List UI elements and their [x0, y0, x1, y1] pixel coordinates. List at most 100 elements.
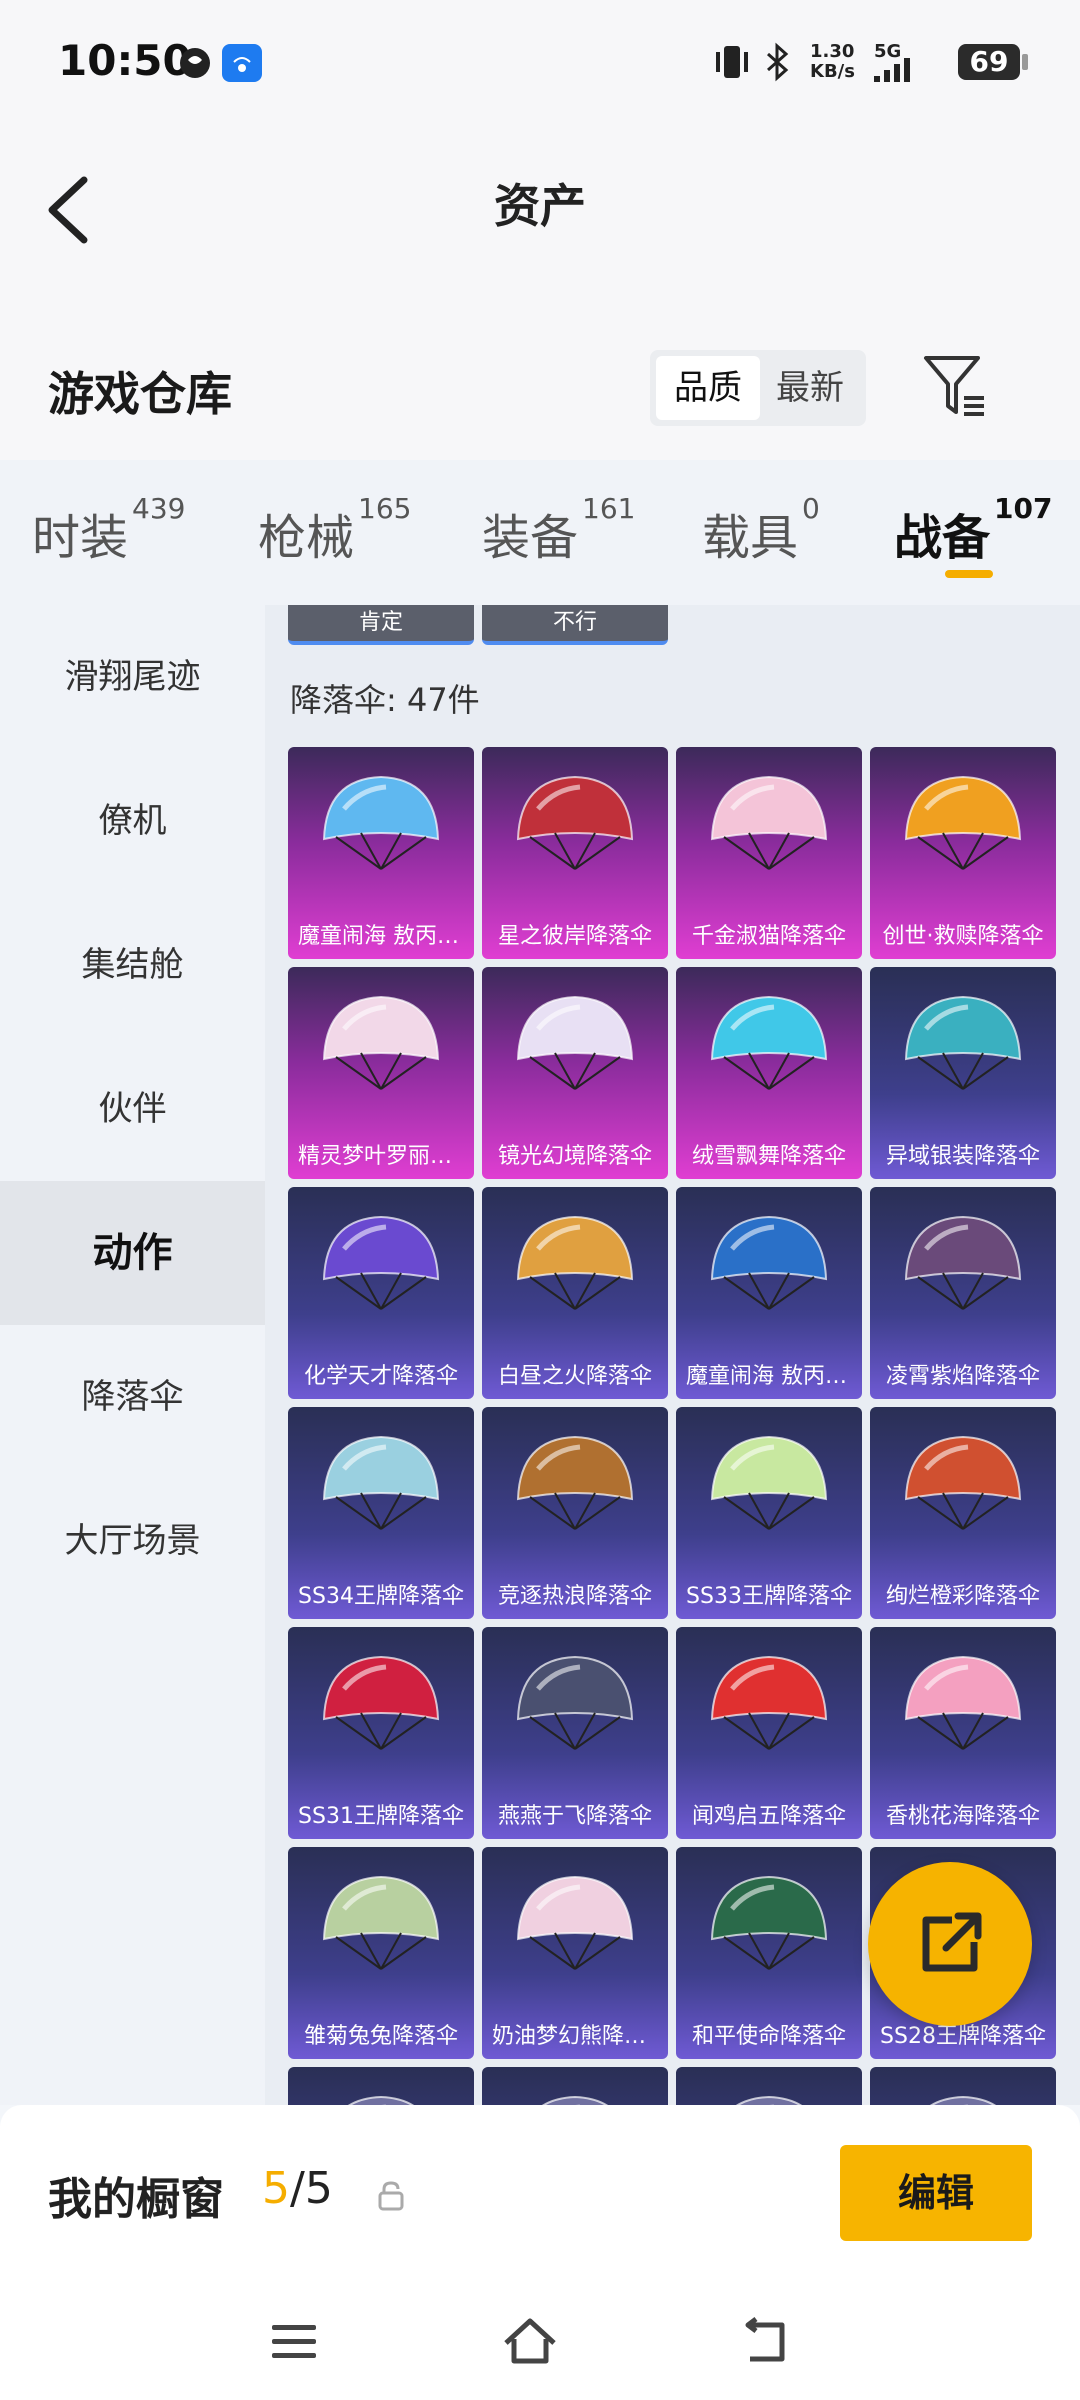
parachute-name: 魔童闹海 敖丙降落伞 [686, 1364, 862, 1389]
parachute-name: SS33王牌降落伞 [686, 1584, 852, 1609]
parachute-icon [710, 1875, 828, 1970]
tab-label: 时装 [32, 510, 129, 566]
parachute-icon [710, 1435, 828, 1530]
sidebar-item-rally-pod[interactable]: 集结舱 [0, 893, 265, 1037]
parachute-icon [710, 1655, 828, 1750]
showcase-current: 5 [262, 2163, 290, 2214]
showcase-count: 5/5 [262, 2163, 333, 2214]
parachute-card[interactable] [870, 2067, 1056, 2105]
title-bar: 资产 [0, 130, 1080, 330]
home-icon[interactable] [500, 2315, 560, 2369]
system-nav-bar [0, 2285, 1080, 2400]
broadcast-icon [222, 44, 262, 82]
emote-chip-yes[interactable]: 肯定 [288, 605, 474, 645]
back-icon[interactable] [736, 2315, 796, 2369]
tab-label: 枪械 [258, 510, 355, 566]
tab-label: 装备 [482, 510, 579, 566]
parachute-card[interactable]: 千金淑猫降落伞 [676, 747, 862, 959]
parachute-card[interactable]: 镜光幻境降落伞 [482, 967, 668, 1179]
parachute-card[interactable]: 创世·救赎降落伞 [870, 747, 1056, 959]
battery-indicator: 69 [958, 44, 1028, 80]
parachute-icon [904, 995, 1022, 1090]
parachute-card[interactable] [482, 2067, 668, 2105]
tab-equipment[interactable]: 装备161 [482, 492, 635, 568]
parachute-card[interactable]: 和平使命降落伞 [676, 1847, 862, 2059]
parachute-name: 凌霄紫焰降落伞 [885, 1364, 1040, 1389]
parachute-card[interactable]: 绒雪飘舞降落伞 [676, 967, 862, 1179]
share-fab-button[interactable] [868, 1862, 1032, 2026]
sidebar-item-wingman[interactable]: 僚机 [0, 749, 265, 893]
parachute-icon [710, 995, 828, 1090]
parachute-card[interactable]: 异域银装降落伞 [870, 967, 1056, 1179]
sort-quality-button[interactable]: 品质 [656, 356, 760, 420]
parachute-name: 精灵梦叶罗丽降落伞 [298, 1144, 474, 1169]
app-notification-icon [180, 48, 210, 78]
sidebar-item-parachute[interactable]: 降落伞 [0, 1325, 265, 1469]
tab-fashion[interactable]: 时装439 [32, 492, 185, 568]
tab-vehicles[interactable]: 载具0 [702, 492, 820, 568]
sidebar-item-lobby-scene[interactable]: 大厅场景 [0, 1469, 265, 1613]
parachute-icon [710, 1215, 828, 1310]
bluetooth-icon [767, 42, 789, 82]
tab-guns[interactable]: 枪械165 [258, 492, 411, 568]
sort-newest-button[interactable]: 最新 [758, 356, 862, 420]
status-time: 10:50 [58, 36, 192, 85]
parachute-card[interactable]: 星之彼岸降落伞 [482, 747, 668, 959]
parachute-name: 星之彼岸降落伞 [497, 924, 652, 949]
parachute-card[interactable]: 绚烂橙彩降落伞 [870, 1407, 1056, 1619]
showcase-total: /5 [290, 2163, 333, 2214]
parachute-card[interactable]: SS31王牌降落伞 [288, 1627, 474, 1839]
parachute-name: 白昼之火降落伞 [497, 1364, 652, 1389]
parachute-card[interactable]: SS34王牌降落伞 [288, 1407, 474, 1619]
parachute-icon [516, 1215, 634, 1310]
parachute-icon [322, 1655, 440, 1750]
parachute-icon [322, 1875, 440, 1970]
parachute-card[interactable]: 闻鸡启五降落伞 [676, 1627, 862, 1839]
parachute-name: 闻鸡启五降落伞 [691, 1804, 846, 1829]
emote-chip-no[interactable]: 不行 [482, 605, 668, 645]
parachute-card[interactable]: 香桃花海降落伞 [870, 1627, 1056, 1839]
sidebar-item-partner[interactable]: 伙伴 [0, 1037, 265, 1181]
tab-count: 439 [132, 492, 186, 525]
menu-icon[interactable] [264, 2315, 324, 2369]
warehouse-header: 游戏仓库 品质 最新 [0, 330, 1080, 460]
parachute-card[interactable]: 雏菊兔兔降落伞 [288, 1847, 474, 2059]
parachute-card[interactable]: 竞逐热浪降落伞 [482, 1407, 668, 1619]
parachute-name: 异域银装降落伞 [885, 1144, 1040, 1169]
parachute-icon [322, 775, 440, 870]
sort-toggle: 品质 最新 [650, 350, 866, 426]
parachute-icon [322, 1435, 440, 1530]
active-tab-indicator [945, 570, 993, 578]
parachute-card[interactable] [288, 2067, 474, 2105]
parachute-name: 燕燕于飞降落伞 [497, 1804, 652, 1829]
parachute-card[interactable]: 精灵梦叶罗丽降落伞 [288, 967, 474, 1179]
parachute-card[interactable]: 白昼之火降落伞 [482, 1187, 668, 1399]
parachute-name: 香桃花海降落伞 [885, 1804, 1040, 1829]
edit-button[interactable]: 编辑 [840, 2145, 1032, 2241]
share-icon [922, 1912, 982, 1972]
parachute-name: 雏菊兔兔降落伞 [303, 2024, 458, 2049]
sidebar-item-glide-trail[interactable]: 滑翔尾迹 [0, 605, 265, 749]
parachute-card[interactable]: 奶油梦幻熊降落伞 [482, 1847, 668, 2059]
parachute-icon [516, 995, 634, 1090]
sidebar-item-emote[interactable]: 动作 [0, 1181, 265, 1325]
parachute-card[interactable]: 凌霄紫焰降落伞 [870, 1187, 1056, 1399]
net-speed-unit: KB/s [810, 61, 855, 82]
filter-icon[interactable] [920, 350, 990, 420]
net-speed-value: 1.30 [810, 41, 855, 62]
parachute-card[interactable]: 燕燕于飞降落伞 [482, 1627, 668, 1839]
parachute-card[interactable]: SS33王牌降落伞 [676, 1407, 862, 1619]
status-bar: 10:50 1.30 KB/s 5G 69 [0, 0, 1080, 130]
parachute-icon [322, 1215, 440, 1310]
parachute-name: 和平使命降落伞 [691, 2024, 846, 2049]
parachute-name: 魔童闹海 敖丙降落伞 [298, 924, 474, 949]
parachute-card[interactable]: 魔童闹海 敖丙降落伞 [288, 747, 474, 959]
parachute-icon [904, 775, 1022, 870]
parachute-icon [904, 1655, 1022, 1750]
category-tabs: 时装439 枪械165 装备161 载具0 战备107 [0, 460, 1080, 605]
parachute-name: 创世·救赎降落伞 [882, 924, 1044, 949]
tab-battle-gear[interactable]: 战备107 [894, 492, 1052, 568]
parachute-card[interactable] [676, 2067, 862, 2105]
parachute-card[interactable]: 化学天才降落伞 [288, 1187, 474, 1399]
parachute-card[interactable]: 魔童闹海 敖丙降落伞 [676, 1187, 862, 1399]
